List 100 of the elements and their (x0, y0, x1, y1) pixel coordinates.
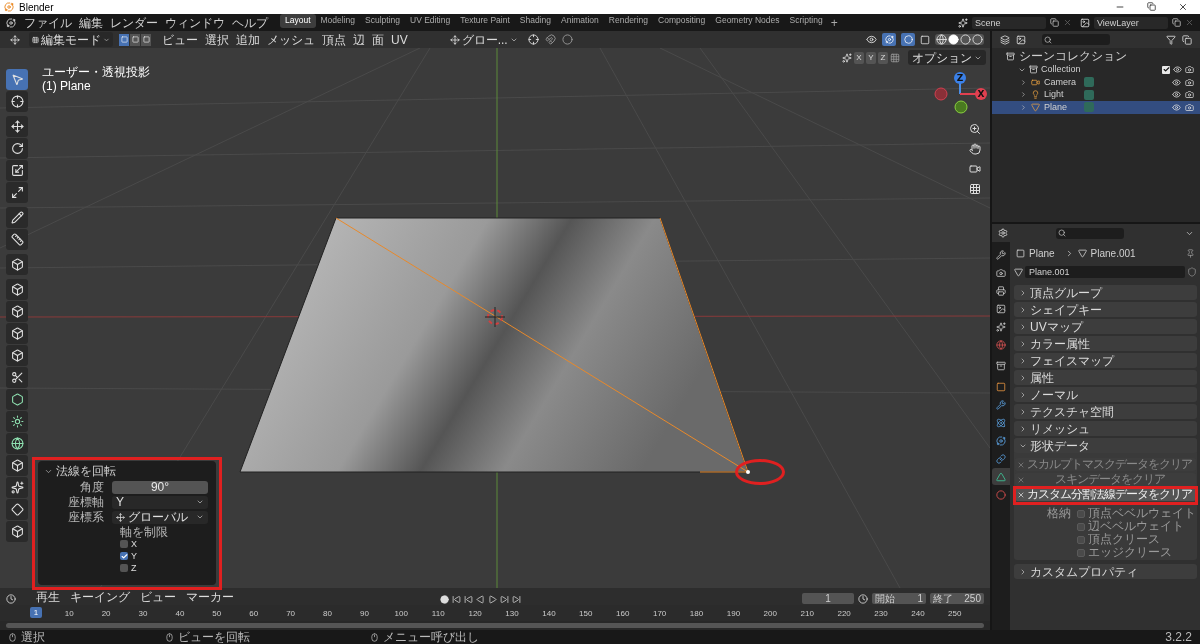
play-icon[interactable] (488, 595, 497, 604)
workspace-tab[interactable]: UV Editing (405, 13, 456, 28)
workspace-tab[interactable]: Texture Paint (455, 13, 515, 28)
workspace-tab[interactable]: Scripting (784, 13, 828, 28)
tool-button[interactable] (6, 301, 28, 322)
properties-tab[interactable] (992, 468, 1010, 485)
eye-icon[interactable] (1172, 77, 1181, 87)
eye-icon[interactable] (866, 34, 877, 45)
camera-icon[interactable] (1185, 90, 1194, 100)
axis-checkbox[interactable]: Y (120, 550, 210, 562)
shading-buttons[interactable] (935, 34, 984, 45)
select-mode-button[interactable] (130, 33, 141, 46)
axis-checkbox[interactable]: Z (120, 562, 210, 574)
camera-icon[interactable] (1185, 65, 1194, 74)
panel-header[interactable]: フェイスマップ (1014, 353, 1197, 368)
orientation-dropdown[interactable]: グロー... (447, 32, 520, 47)
select-mode-button[interactable] (141, 33, 152, 46)
tool-button[interactable] (6, 323, 28, 344)
view-layer-field[interactable]: ViewLayer (1094, 16, 1168, 29)
menu-item[interactable]: 選択 (205, 32, 229, 47)
current-frame-field[interactable]: 1 (802, 593, 854, 604)
number-field[interactable]: 90° (112, 480, 208, 494)
menu-item[interactable]: 面 (372, 32, 384, 47)
xray-icon[interactable] (920, 34, 930, 45)
search-field[interactable] (1042, 34, 1110, 45)
end-frame-field[interactable]: 終了 250 (930, 593, 984, 604)
restore-icon[interactable] (1147, 2, 1156, 11)
magnet-icon[interactable] (544, 34, 556, 45)
menu-item[interactable]: ビュー (162, 32, 198, 47)
current-frame-marker[interactable]: 1 (30, 607, 42, 618)
dropdown[interactable]: Y (112, 495, 208, 509)
axis-checkbox[interactable]: X (120, 538, 210, 550)
menu-item[interactable]: マーカー (186, 590, 234, 604)
include-checkbox[interactable] (1162, 65, 1170, 74)
workspace-tab[interactable]: Rendering (603, 13, 654, 28)
panel-header[interactable]: ノーマル (1014, 387, 1197, 402)
option-checkbox[interactable]: 辺ベベルウェイト (1077, 520, 1196, 533)
workspace-tab[interactable]: Modeling (315, 13, 361, 28)
camera-icon[interactable] (1185, 102, 1194, 112)
panel-header[interactable]: テクスチャ空間 (1014, 404, 1197, 419)
option-checkbox[interactable]: 頂点ベベルウェイト (1077, 507, 1196, 520)
tool-button[interactable] (6, 477, 28, 498)
tool-button[interactable] (6, 207, 28, 228)
tree-item[interactable]: Collection (1041, 62, 1159, 77)
search-field[interactable] (1056, 227, 1124, 239)
workspace-tab[interactable]: Geometry Nodes (710, 13, 785, 28)
scene-icon[interactable] (958, 17, 968, 28)
editor-type-icon[interactable] (1000, 34, 1010, 45)
copy-icon[interactable] (1050, 18, 1059, 27)
dropdown[interactable]: グローバル (112, 510, 208, 524)
menu-item[interactable]: メッシュ (267, 32, 315, 47)
tool-button[interactable] (6, 279, 28, 300)
panel-header[interactable]: 頂点グループ (1014, 285, 1197, 300)
menu-item[interactable]: ウィンドウ (165, 15, 225, 30)
menu-item[interactable]: UV (391, 32, 408, 47)
filter-icon[interactable] (1166, 34, 1176, 45)
close-icon[interactable] (1178, 2, 1188, 12)
display-mode-icon[interactable] (1016, 34, 1026, 45)
tool-button[interactable] (6, 455, 28, 476)
option-checkbox[interactable]: 頂点クリース (1077, 533, 1196, 546)
axis-toggle[interactable]: X (854, 51, 864, 64)
tree-item[interactable]: Camera (1044, 75, 1080, 89)
menu-item[interactable]: 追加 (236, 32, 260, 47)
blender-menu-icon[interactable] (6, 17, 16, 28)
skip-back-icon[interactable] (452, 595, 461, 604)
copy-icon[interactable] (1172, 18, 1181, 27)
eye-icon[interactable] (1172, 102, 1181, 112)
workspace-tab[interactable]: Compositing (653, 13, 711, 28)
pivot-icon[interactable] (527, 34, 539, 45)
workspace-tab[interactable]: Animation (556, 13, 604, 28)
tool-button[interactable] (6, 160, 28, 181)
menu-item[interactable]: ファイル (24, 15, 72, 30)
skip-forward-icon[interactable] (512, 595, 521, 604)
tool-button[interactable] (6, 433, 28, 454)
add-workspace-button[interactable]: + (827, 13, 841, 32)
tool-button[interactable] (6, 521, 28, 542)
menu-item[interactable]: 編集 (79, 15, 103, 30)
gizmo-toggle[interactable] (882, 33, 896, 46)
mesh-icon[interactable] (1014, 267, 1023, 277)
menu-item[interactable]: 辺 (353, 32, 365, 47)
panel-header[interactable]: UVマップ (1014, 319, 1197, 334)
scene-field[interactable]: Scene (972, 16, 1046, 29)
view-layer-icon[interactable] (1080, 17, 1090, 28)
tool-button[interactable] (6, 254, 28, 275)
start-frame-field[interactable]: 開始 1 (872, 593, 926, 604)
record-icon[interactable] (440, 595, 449, 604)
tool-button[interactable] (6, 91, 28, 112)
tree-item[interactable]: シーンコレクション (1019, 50, 1127, 63)
keyframe-back-icon[interactable] (464, 595, 473, 604)
tree-item[interactable]: Light (1044, 88, 1080, 102)
new-collection-icon[interactable] (1182, 34, 1192, 45)
option-checkbox[interactable]: エッジクリース (1077, 546, 1196, 559)
axis-toggle[interactable]: Y (866, 51, 876, 64)
panel-header[interactable]: 形状データ (1014, 438, 1197, 453)
tool-button[interactable] (6, 229, 28, 250)
camera-icon[interactable] (1185, 77, 1194, 87)
tool-button[interactable] (6, 367, 28, 388)
scrollbar[interactable] (6, 623, 984, 628)
menu-item[interactable]: 頂点 (322, 32, 346, 47)
panel-header[interactable]: カスタムプロパティ (1014, 564, 1197, 579)
